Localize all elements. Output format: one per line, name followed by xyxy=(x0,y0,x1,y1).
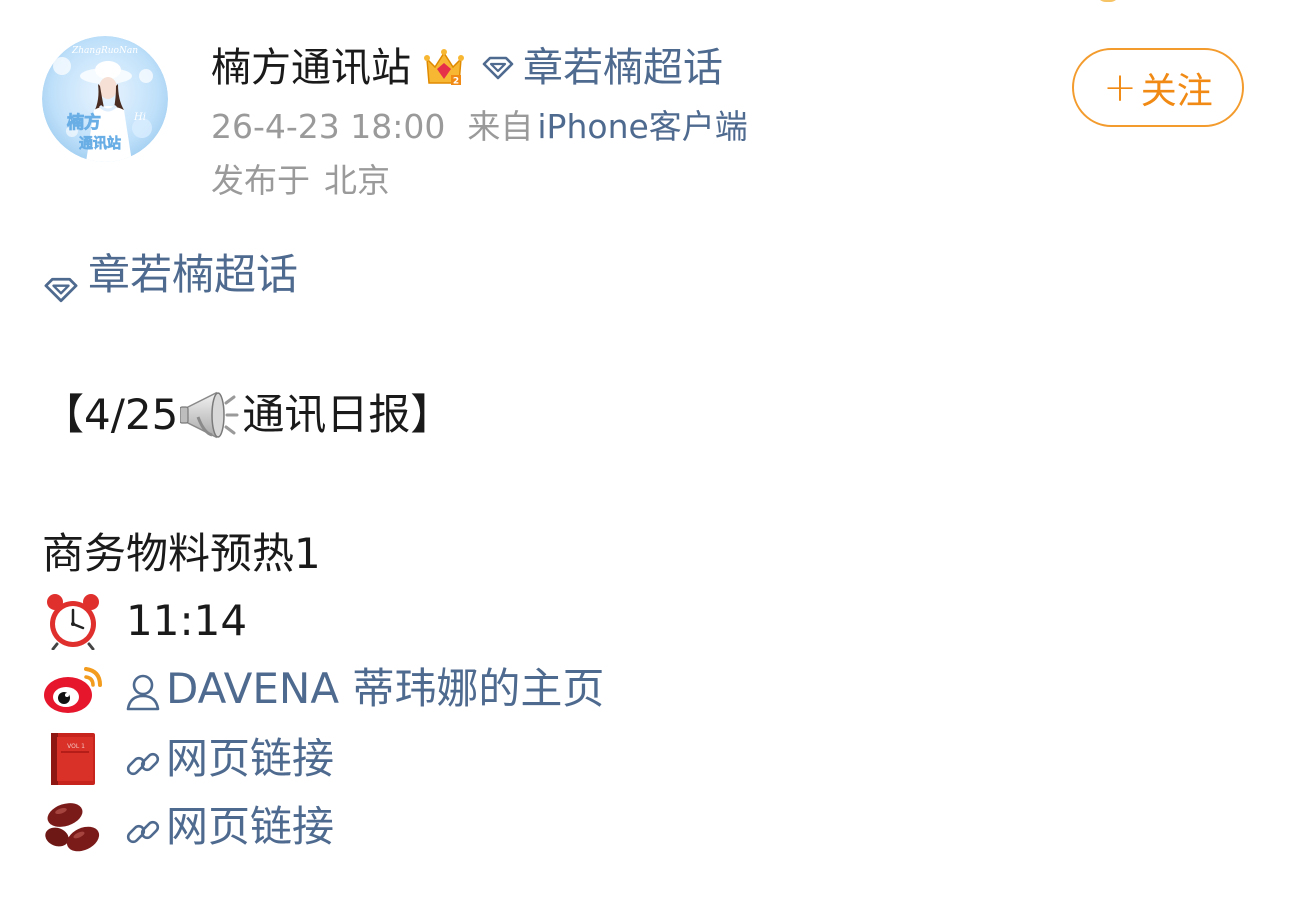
red-book-icon: VOL 1 xyxy=(42,730,104,788)
book-link-row: VOL 1 网页链接 xyxy=(42,730,334,788)
title-open-bracket: 【 xyxy=(42,390,85,439)
diamond-topic-icon xyxy=(42,261,80,303)
svg-text:Hi: Hi xyxy=(133,112,146,123)
time-value: 11:14 xyxy=(126,596,248,645)
post-topic-link[interactable]: 章若楠超话 xyxy=(42,246,298,304)
book-web-link[interactable]: 网页链接 xyxy=(166,730,334,788)
weibo-logo-icon xyxy=(42,660,104,718)
time-row: 11:14 xyxy=(42,592,247,650)
author-row: 楠方通讯站 2 章若楠超话 xyxy=(211,40,723,96)
post-location: 发布于 北京 xyxy=(211,158,390,204)
source-prefix: 来自 xyxy=(467,107,534,146)
beans-link-row: 网页链接 xyxy=(42,798,334,856)
crown-badge-icon[interactable]: 2 xyxy=(421,45,467,91)
beans-web-link[interactable]: 网页链接 xyxy=(166,798,334,856)
title-close-bracket: 】 xyxy=(410,390,453,439)
svg-text:ZhangRuoNan: ZhangRuoNan xyxy=(71,46,138,56)
follow-button[interactable]: + 关注 xyxy=(1072,48,1244,127)
post-subtitle: 商务物料预热1 xyxy=(42,529,321,578)
top-edge-decoration xyxy=(1096,0,1120,2)
title-text: 通讯日报 xyxy=(242,390,411,439)
title-date: 4/25 xyxy=(84,390,179,439)
svg-text:2: 2 xyxy=(453,77,459,87)
post-topic-label: 章若楠超话 xyxy=(88,250,299,299)
weibo-user-row: DAVENA 蒂玮娜的主页 xyxy=(42,660,604,718)
post-timestamp: 26-4-23 18:00 xyxy=(211,107,446,146)
post-title: 【 4/25 通讯日报 】 xyxy=(42,386,452,444)
weibo-user-link[interactable]: DAVENA 蒂玮娜的主页 xyxy=(166,660,604,718)
link-chain-icon xyxy=(124,740,162,778)
svg-text:通讯站: 通讯站 xyxy=(79,135,121,152)
avatar[interactable]: ZhangRuoNan 楠方 通讯站 Hi xyxy=(42,36,168,162)
megaphone-icon xyxy=(179,387,240,443)
post-meta: 26-4-23 18:00 来自 iPhone客户端 xyxy=(211,104,748,150)
alarm-clock-icon xyxy=(42,592,104,650)
header-topic-label: 章若楠超话 xyxy=(523,45,723,91)
location-prefix: 发布于 xyxy=(211,161,310,200)
person-icon xyxy=(124,669,162,711)
link-chain-icon xyxy=(124,808,162,846)
svg-text:VOL 1: VOL 1 xyxy=(67,743,85,750)
follow-label: 关注 xyxy=(1140,70,1213,112)
location-city: 北京 xyxy=(324,161,390,200)
author-name[interactable]: 楠方通讯站 xyxy=(211,40,411,96)
header-topic-link[interactable]: 章若楠超话 xyxy=(481,40,723,96)
plus-icon: + xyxy=(1103,64,1137,111)
svg-text:楠方: 楠方 xyxy=(67,112,101,133)
source-device-link[interactable]: iPhone客户端 xyxy=(537,104,747,150)
beans-icon xyxy=(42,798,104,856)
diamond-topic-icon xyxy=(481,55,515,81)
